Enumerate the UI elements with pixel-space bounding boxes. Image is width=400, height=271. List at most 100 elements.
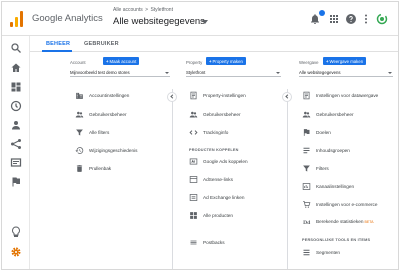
- section-title: PRODUCTEN KOPPELEN: [189, 148, 239, 152]
- breadcrumb-account[interactable]: Alle accounts: [113, 7, 143, 13]
- view-item-label: Instellingen voor e-commerce: [316, 202, 378, 207]
- property-select[interactable]: Styletfront: [186, 69, 281, 77]
- view-item-label: Doelen: [316, 130, 331, 135]
- account-item-label: Wijzigingsgeschiedenis: [89, 148, 138, 153]
- apps-icon[interactable]: [328, 13, 340, 25]
- calc-icon: Dd: [303, 220, 311, 226]
- collapse-account-button[interactable]: [167, 92, 177, 102]
- behavior-icon[interactable]: [10, 157, 22, 169]
- history-icon: [75, 147, 84, 154]
- account-select[interactable]: Mijnvoorbeeld test demo stores: [70, 69, 170, 77]
- breadcrumb[interactable]: Alle accounts > Styletfront: [113, 7, 173, 13]
- acquisition-icon[interactable]: [10, 138, 22, 150]
- view-item-label-text: Berekende statistieken: [316, 219, 364, 224]
- account-item-label: Gebruikersbeheer: [89, 112, 127, 117]
- settings-icon[interactable]: [10, 246, 22, 258]
- channel-icon: [302, 183, 311, 190]
- account-item-label: Accountinstellingen: [89, 93, 130, 98]
- person-icon[interactable]: [10, 119, 22, 131]
- breadcrumb-property[interactable]: Styletfront: [150, 7, 173, 13]
- search-icon[interactable]: [10, 42, 22, 54]
- view-item-label: Instellingen voor datawergave: [316, 93, 379, 98]
- caret-down-icon[interactable]: [202, 20, 208, 24]
- create-account-button[interactable]: +Maak account: [103, 57, 140, 65]
- page-icon: [303, 91, 310, 100]
- grid-icon: [190, 212, 197, 219]
- clock-icon[interactable]: [10, 100, 22, 112]
- beta-badge: BETA: [364, 220, 374, 224]
- people-icon: [75, 111, 84, 118]
- account-item-label: Prullenbak: [89, 166, 112, 171]
- view-selector[interactable]: Alle websitegegevens: [113, 16, 205, 27]
- content-icon: [303, 147, 310, 154]
- column-divider: [172, 89, 173, 269]
- app-name: Google Analytics: [32, 13, 103, 24]
- chevron-left-icon: [170, 94, 175, 99]
- dashboard-icon[interactable]: [10, 81, 22, 93]
- filter-icon: [303, 165, 310, 172]
- create-property-label: Property maken: [212, 58, 243, 64]
- create-view-label: Weergave maken: [329, 58, 364, 64]
- view-label: Weergave: [299, 60, 319, 65]
- view-item-label: Berekende statistiekenBETA: [316, 219, 374, 224]
- page-icon: [190, 91, 197, 100]
- more-vert-icon[interactable]: [360, 13, 372, 25]
- trash-icon: [76, 165, 83, 172]
- cart-icon: [303, 201, 311, 208]
- view-item-label: Gebruikersbeheer: [316, 112, 354, 117]
- chevron-down-icon: [276, 72, 280, 74]
- account-icon[interactable]: [376, 13, 388, 25]
- view-item-label: Inhoudsgroepen: [316, 148, 350, 153]
- view-item-label: Segmenten: [316, 250, 340, 255]
- breadcrumb-separator: >: [145, 7, 149, 13]
- property-select-value: Styletfront: [186, 70, 206, 75]
- create-property-button[interactable]: +Property maken: [206, 57, 246, 65]
- create-view-button[interactable]: +Weergave maken: [323, 57, 367, 65]
- chevron-left-icon: [285, 94, 290, 99]
- property-item-label: Gebruikersbeheer: [203, 112, 241, 117]
- section-title: PERSOONLIJKE TOOLS EN ITEMS: [302, 238, 371, 242]
- create-account-label: Maak account: [109, 58, 137, 64]
- building-icon: [76, 92, 83, 99]
- people-icon: [189, 111, 198, 118]
- app-frame: Google Analytics Alle accounts > Styletf…: [1, 1, 399, 270]
- top-bar: Google Analytics Alle accounts > Styletf…: [2, 2, 398, 36]
- account-item-label: Alle filters: [89, 130, 110, 135]
- left-rail: [2, 36, 30, 269]
- view-item-label: Kanaalinstellingen: [316, 184, 355, 189]
- account-select-value: Mijnvoorbeeld test demo stores: [70, 70, 130, 75]
- filter-icon: [76, 129, 83, 136]
- adsense-icon: [189, 176, 198, 183]
- account-label: Account: [70, 60, 86, 65]
- postbacks-icon: [190, 240, 197, 245]
- view-select[interactable]: Alle websitegegevens: [299, 69, 393, 77]
- ads-icon: [189, 158, 198, 165]
- help-icon[interactable]: [345, 13, 357, 25]
- flag-icon: [303, 129, 310, 136]
- property-item-label: Google Ads koppelen: [203, 159, 248, 164]
- collapse-property-button[interactable]: [282, 92, 292, 102]
- property-item-label: Property-instellingen: [203, 93, 246, 98]
- svg-text:Dd: Dd: [303, 220, 311, 226]
- property-item-label: Postbacks: [203, 240, 225, 245]
- flag-icon[interactable]: [10, 176, 22, 188]
- chevron-down-icon: [388, 72, 392, 74]
- lightbulb-icon[interactable]: [10, 226, 22, 238]
- home-icon[interactable]: [10, 62, 22, 74]
- adexchange-icon: [189, 194, 198, 201]
- segments-icon: [303, 249, 310, 256]
- chevron-down-icon: [165, 72, 169, 74]
- analytics-logo-icon[interactable]: [10, 11, 24, 27]
- tab-gebruiker[interactable]: GEBRUIKER: [84, 41, 119, 47]
- tab-beheer[interactable]: BEHEER: [46, 41, 70, 47]
- property-item-label: Trackinginfo: [203, 130, 229, 135]
- column-divider: [287, 89, 288, 269]
- property-item-label: Ad Exchange linken: [203, 195, 245, 200]
- notification-badge: [319, 10, 325, 16]
- active-tab-indicator: [42, 50, 72, 52]
- property-item-label: Alle producten: [203, 213, 233, 218]
- property-label: Property: [186, 60, 203, 65]
- view-item-label: Filters: [316, 166, 329, 171]
- admin-tabs: BEHEER GEBRUIKER: [30, 36, 398, 52]
- property-item-label: AdSense-links: [203, 177, 233, 182]
